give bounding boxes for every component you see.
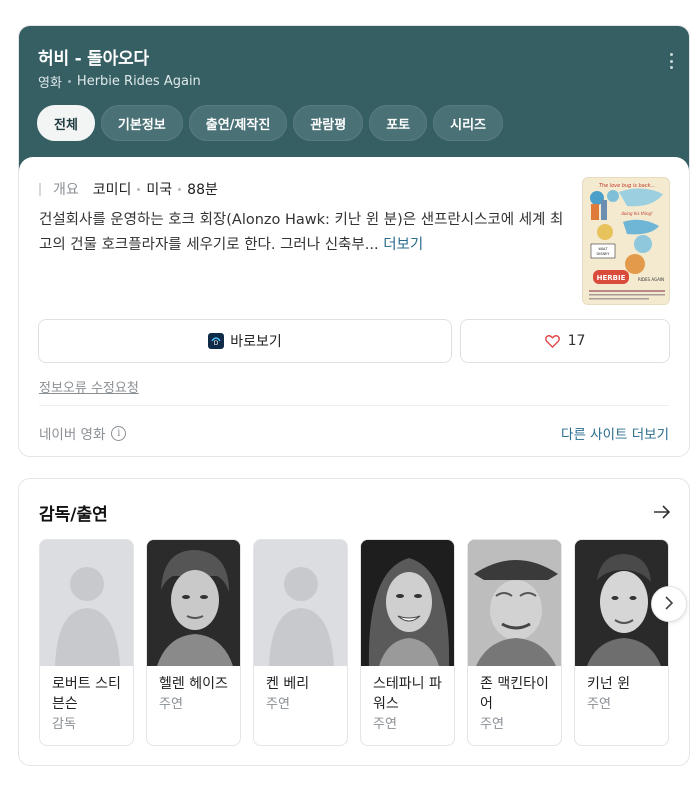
- person-name: 로버트 스티븐슨: [52, 676, 121, 712]
- tab-cast-crew[interactable]: 출연/제작진: [188, 105, 288, 141]
- movie-body: 개요 코미디 미국 88분 건설회사를 운영하는 호크 회장(Alonzo Ha…: [19, 157, 689, 456]
- tab-basic-info[interactable]: 기본정보: [100, 105, 183, 141]
- person-photo: [361, 540, 454, 666]
- source-name: 네이버 영화: [39, 427, 106, 443]
- more-link[interactable]: 더보기: [383, 237, 423, 253]
- person-name: 키넌 윈: [587, 676, 631, 692]
- cast-card: 감독/출연 로버트 스티븐슨 감독 헬렌 헤이즈 주연 켄 베리 주연 스테파니…: [18, 478, 690, 766]
- person-role: 주연: [480, 717, 504, 732]
- like-count: 17: [567, 333, 586, 349]
- person-role: 주연: [159, 697, 183, 712]
- svg-text:HERBIE: HERBIE: [597, 274, 626, 282]
- cast-item[interactable]: 로버트 스티븐슨 감독: [39, 539, 134, 746]
- like-button[interactable]: 17: [460, 319, 670, 363]
- cast-section-title[interactable]: 감독/출연: [39, 500, 108, 525]
- movie-description: 건설회사를 운영하는 호크 회장(Alonzo Hawk: 키난 윈 분)은 샌…: [39, 208, 567, 258]
- arrow-right-icon[interactable]: [653, 504, 671, 523]
- separator-dot: [137, 187, 141, 191]
- overview-meta: 개요 코미디 미국 88분: [39, 179, 218, 199]
- person-role: 주연: [266, 697, 290, 712]
- next-page-button[interactable]: [651, 586, 687, 622]
- movie-subtitle: 영화 Herbie Rides Again: [38, 72, 201, 91]
- watch-now-button[interactable]: D 바로보기: [38, 319, 452, 363]
- heart-icon: [544, 334, 560, 348]
- separator-dot: [67, 80, 71, 83]
- movie-header: 허비 - 돌아오다 영화 Herbie Rides Again 전체 기본정보 …: [19, 26, 689, 176]
- runtime: 88분: [187, 182, 218, 198]
- movie-original-title: Herbie Rides Again: [76, 74, 201, 89]
- divider: [39, 405, 669, 406]
- svg-text:WALT: WALT: [598, 247, 608, 251]
- other-sites-link[interactable]: 다른 사이트 더보기: [561, 423, 669, 443]
- cast-item[interactable]: 존 맥킨타이어 주연: [467, 539, 562, 746]
- svg-text:D: D: [214, 340, 219, 347]
- cast-list: 로버트 스티븐슨 감독 헬렌 헤이즈 주연 켄 베리 주연 스테파니 파워스 주…: [39, 539, 669, 746]
- info-icon[interactable]: i: [111, 425, 127, 441]
- person-name: 존 맥킨타이어: [480, 676, 549, 712]
- tab-photos[interactable]: 포토: [369, 105, 428, 141]
- cast-item[interactable]: 스테파니 파워스 주연: [360, 539, 455, 746]
- person-placeholder-icon: [254, 540, 347, 666]
- disney-plus-icon: D: [208, 333, 225, 349]
- movie-card: 허비 - 돌아오다 영화 Herbie Rides Again 전체 기본정보 …: [18, 25, 690, 457]
- tab-overview[interactable]: 전체: [37, 105, 95, 141]
- person-photo: [468, 540, 561, 666]
- tab-bar: 전체 기본정보 출연/제작진 관람평 포토 시리즈: [37, 105, 504, 141]
- more-vertical-icon[interactable]: [669, 53, 673, 69]
- separator-dot: [178, 187, 182, 191]
- meta-bar: [39, 182, 41, 196]
- genre: 코미디: [92, 182, 132, 198]
- person-role: 감독: [52, 717, 76, 732]
- overview-label: 개요: [53, 182, 79, 198]
- cast-item[interactable]: 헬렌 헤이즈 주연: [146, 539, 241, 746]
- person-name: 스테파니 파워스: [373, 676, 442, 712]
- person-role: 주연: [587, 697, 611, 712]
- watch-now-label: 바로보기: [230, 334, 282, 350]
- movie-poster[interactable]: The love bug is back... doing his thing!…: [582, 177, 670, 305]
- report-error-link[interactable]: 정보오류 수정요청: [39, 377, 139, 396]
- svg-text:The love bug is back...: The love bug is back...: [599, 183, 655, 189]
- movie-title[interactable]: 허비 - 돌아오다: [38, 44, 149, 69]
- person-name: 헬렌 헤이즈: [159, 676, 228, 692]
- cast-item[interactable]: 키넌 윈 주연: [574, 539, 669, 746]
- person-role: 주연: [373, 717, 397, 732]
- svg-text:doing his thing!: doing his thing!: [621, 211, 653, 216]
- svg-text:DISNEY: DISNEY: [597, 252, 611, 256]
- person-photo: [147, 540, 240, 666]
- movie-category: 영화: [38, 76, 62, 91]
- source-label: 네이버 영화 i: [39, 423, 127, 443]
- country: 미국: [146, 182, 173, 198]
- tab-series[interactable]: 시리즈: [433, 105, 504, 141]
- person-name: 켄 베리: [266, 676, 310, 692]
- person-placeholder-icon: [40, 540, 133, 666]
- chevron-right-icon: [664, 595, 674, 614]
- description-text: 건설회사를 운영하는 호크 회장(Alonzo Hawk: 키난 윈 분)은 샌…: [39, 212, 564, 253]
- tab-reviews[interactable]: 관람평: [293, 105, 364, 141]
- cast-item[interactable]: 켄 베리 주연: [253, 539, 348, 746]
- svg-text:RIDES AGAIN: RIDES AGAIN: [638, 277, 664, 282]
